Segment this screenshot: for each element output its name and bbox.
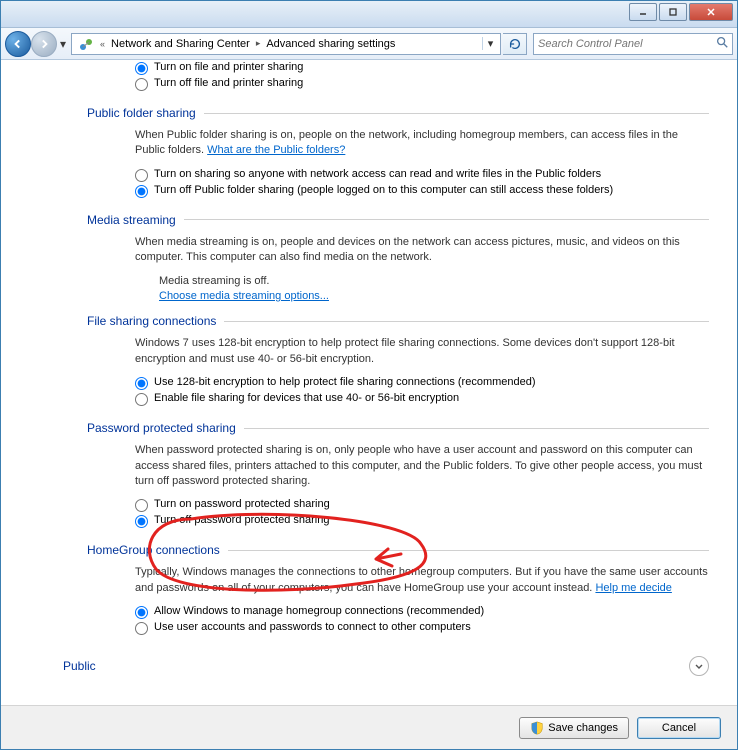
radio-file-printer-off[interactable]: Turn off file and printer sharing [135, 76, 709, 92]
radio-label: Turn off file and printer sharing [154, 77, 303, 89]
radio-file-printer-on[interactable]: Turn on file and printer sharing [135, 60, 709, 76]
forward-button[interactable] [31, 31, 57, 57]
section-title-file-conn: File sharing connections [87, 314, 216, 328]
cancel-button-label: Cancel [662, 722, 696, 734]
radio-encrypt-40-56[interactable]: Enable file sharing for devices that use… [135, 391, 709, 407]
section-title-password: Password protected sharing [87, 421, 236, 435]
radio-label: Use 128-bit encryption to help protect f… [154, 376, 536, 388]
radio-public-on[interactable]: Turn on sharing so anyone with network a… [135, 167, 709, 183]
section-divider [224, 321, 709, 322]
radio-homegroup-user[interactable]: Use user accounts and passwords to conne… [135, 620, 709, 636]
radio-label: Turn on file and printer sharing [154, 61, 303, 73]
shield-icon [530, 721, 544, 735]
radio-label: Turn off Public folder sharing (people l… [154, 184, 613, 196]
back-button[interactable] [5, 31, 31, 57]
refresh-button[interactable] [503, 33, 527, 55]
cancel-button[interactable]: Cancel [637, 717, 721, 739]
section-desc: When media streaming is on, people and d… [135, 236, 680, 263]
radio-homegroup-windows[interactable]: Allow Windows to manage homegroup connec… [135, 604, 709, 620]
section-divider [244, 428, 709, 429]
window-titlebar [1, 1, 737, 28]
breadcrumb-advanced-sharing[interactable]: Advanced sharing settings [262, 34, 399, 54]
network-icon [78, 36, 94, 52]
radio-label: Enable file sharing for devices that use… [154, 392, 459, 404]
control-panel-window: ▾ « Network and Sharing Center ▸ Advance… [0, 0, 738, 750]
radio-label: Turn on sharing so anyone with network a… [154, 168, 601, 180]
radio-label: Allow Windows to manage homegroup connec… [154, 605, 484, 617]
section-desc: Windows 7 uses 128-bit encryption to hel… [135, 337, 675, 364]
section-divider [204, 113, 709, 114]
radio-label: Use user accounts and passwords to conne… [154, 621, 471, 633]
footer-bar: Save changes Cancel [1, 705, 737, 749]
chevron-right-icon[interactable]: ▸ [254, 38, 263, 49]
history-dropdown[interactable]: ▾ [57, 37, 69, 51]
breadcrumb-root-chevron[interactable]: « [98, 39, 107, 49]
radio-password-on[interactable]: Turn on password protected sharing [135, 497, 709, 513]
search-icon[interactable] [712, 35, 732, 52]
settings-content: Turn on file and printer sharing Turn of… [1, 60, 737, 705]
section-divider [228, 550, 709, 551]
radio-encrypt-128[interactable]: Use 128-bit encryption to help protect f… [135, 375, 709, 391]
breadcrumb-network-sharing[interactable]: Network and Sharing Center [107, 34, 254, 54]
address-bar[interactable]: « Network and Sharing Center ▸ Advanced … [71, 33, 501, 55]
profile-expand-button[interactable] [689, 656, 709, 676]
radio-label: Turn off password protected sharing [154, 514, 329, 526]
radio-password-off[interactable]: Turn off password protected sharing [135, 513, 709, 529]
search-box[interactable] [533, 33, 733, 55]
link-help-decide[interactable]: Help me decide [595, 582, 671, 594]
section-title-public-folder: Public folder sharing [87, 106, 196, 120]
radio-public-off[interactable]: Turn off Public folder sharing (people l… [135, 183, 709, 199]
navigation-bar: ▾ « Network and Sharing Center ▸ Advance… [1, 28, 737, 60]
address-dropdown[interactable]: ▾ [482, 37, 498, 50]
search-input[interactable] [534, 38, 712, 50]
section-desc: When password protected sharing is on, o… [135, 444, 702, 487]
radio-label: Turn on password protected sharing [154, 498, 330, 510]
media-status: Media streaming is off. [159, 274, 709, 289]
section-title-homegroup: HomeGroup connections [87, 543, 220, 557]
minimize-button[interactable] [629, 3, 657, 21]
section-title-media: Media streaming [87, 213, 176, 227]
link-media-options[interactable]: Choose media streaming options... [159, 290, 329, 302]
save-button-label: Save changes [548, 722, 618, 734]
maximize-button[interactable] [659, 3, 687, 21]
save-changes-button[interactable]: Save changes [519, 717, 629, 739]
close-button[interactable] [689, 3, 733, 21]
section-divider [184, 219, 709, 220]
profile-public-label: Public [63, 659, 96, 673]
link-public-folders[interactable]: What are the Public folders? [207, 144, 345, 156]
